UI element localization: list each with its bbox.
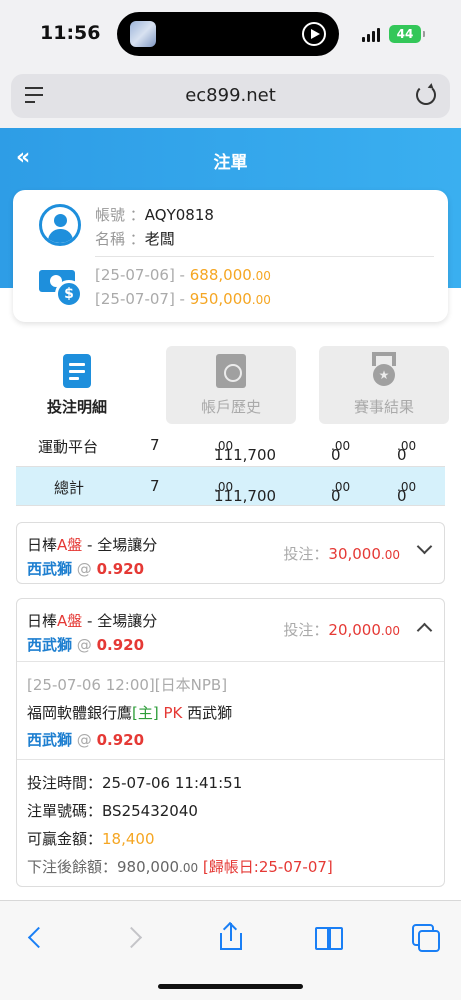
reload-icon[interactable] bbox=[416, 85, 436, 105]
browser-chrome: 11:56 44 ec899.net bbox=[0, 0, 461, 128]
address-bar[interactable]: ec899.net bbox=[11, 74, 450, 118]
tab-account-history[interactable]: 帳戶歷史 bbox=[166, 346, 296, 424]
cash-icon: $ bbox=[39, 264, 85, 308]
back-arrow-icon[interactable] bbox=[22, 923, 50, 951]
account-id-row: 帳號 ：AQY0818 bbox=[95, 204, 214, 225]
tab-bet-details[interactable]: 投注明細 bbox=[12, 346, 142, 424]
balance-amount: 688,000.00 bbox=[189, 266, 271, 284]
summary-count: 7 bbox=[150, 436, 160, 454]
summary-col4: 0.00 bbox=[331, 439, 351, 464]
bookmarks-icon[interactable] bbox=[314, 923, 343, 951]
account-id-label: 帳號 ： bbox=[95, 206, 145, 224]
balance-date: [25-07-06] - bbox=[95, 266, 190, 284]
tab-match-results[interactable]: ★ 賽事結果 bbox=[319, 346, 449, 424]
bet-stake: 投注：30,000.00 bbox=[283, 545, 400, 563]
balance-amount: 950,000.00 bbox=[189, 290, 271, 308]
divider bbox=[17, 759, 444, 760]
summary-total-amount: 111,700.00 bbox=[214, 480, 277, 505]
tab-label: 投注明細 bbox=[46, 398, 107, 416]
play-icon[interactable] bbox=[302, 22, 326, 46]
summary-amount: 111,700.00 bbox=[214, 439, 277, 464]
summary-total-col5: 0.00 bbox=[397, 480, 417, 505]
summary-row: 運動平台 7 111,700.00 0.00 0.00 bbox=[16, 426, 445, 466]
account-card: 帳號 ：AQY0818 名稱 ：老闆 $ [25-07-06] - 688,00… bbox=[13, 190, 448, 322]
bet-card-expanded[interactable]: 日棒A盤 - 全場讓分 西武獅 @ 0.920 投注：20,000.00 [25… bbox=[16, 598, 445, 887]
chevron-down-icon[interactable] bbox=[416, 538, 433, 555]
bet-time: 投注時間：25-07-06 11:41:51 bbox=[27, 774, 243, 792]
summary-col5: 0.00 bbox=[397, 439, 417, 464]
bet-card[interactable]: 日棒A盤 - 全場讓分 西武獅 @ 0.920 投注：30,000.00 bbox=[16, 522, 445, 584]
receipt-icon bbox=[63, 354, 91, 388]
summary-total-name: 總計 bbox=[54, 479, 85, 497]
matchup: 福岡軟體銀行鷹[主] PK 西武獅 bbox=[27, 704, 233, 722]
bet-title: 日棒A盤 - 全場讓分 bbox=[27, 612, 158, 630]
account-id-value: AQY0818 bbox=[144, 206, 214, 224]
account-name-value: 老闆 bbox=[144, 230, 175, 248]
account-name-label: 名稱 ： bbox=[95, 230, 145, 248]
forward-arrow-icon[interactable] bbox=[120, 923, 148, 951]
share-icon[interactable] bbox=[217, 921, 245, 951]
signal-icon bbox=[362, 28, 382, 42]
account-name-row: 名稱 ：老闆 bbox=[95, 228, 175, 249]
ticket-number: 注單號碼：BS25432040 bbox=[27, 802, 198, 820]
dynamic-island[interactable] bbox=[117, 12, 339, 56]
divider bbox=[95, 256, 434, 257]
url-text[interactable]: ec899.net bbox=[11, 85, 450, 106]
bet-title: 日棒A盤 - 全場讓分 bbox=[27, 536, 158, 554]
win-amount: 可贏金額：18,400 bbox=[27, 830, 155, 848]
detail-pick: 西武獅 @ 0.920 bbox=[27, 731, 145, 749]
chevron-up-icon[interactable] bbox=[416, 622, 433, 639]
balance-row: [25-07-06] - 688,000.00 bbox=[95, 266, 271, 284]
summary-total-count: 7 bbox=[150, 477, 160, 495]
summary-total-row: 總計 7 111,700.00 0.00 0.00 bbox=[16, 466, 445, 506]
balance-date: [25-07-07] - bbox=[95, 290, 190, 308]
tab-label: 賽事結果 bbox=[353, 398, 414, 416]
user-avatar-icon bbox=[39, 204, 81, 246]
page-title: 注單 bbox=[213, 153, 248, 173]
balance-after-bet: 下注後餘額：980,000.00 [歸帳日:25-07-07] bbox=[27, 858, 333, 876]
tab-label: 帳戶歷史 bbox=[200, 398, 261, 416]
summary-name: 運動平台 bbox=[38, 438, 99, 456]
tabs-icon[interactable] bbox=[411, 923, 440, 952]
bet-pick: 西武獅 @ 0.920 bbox=[27, 560, 145, 578]
history-icon bbox=[216, 354, 246, 388]
balance-row: [25-07-07] - 950,000.00 bbox=[95, 290, 271, 308]
media-thumbnail bbox=[130, 21, 156, 47]
medal-icon: ★ bbox=[368, 352, 400, 390]
bet-pick: 西武獅 @ 0.920 bbox=[27, 636, 145, 654]
summary-total-col4: 0.00 bbox=[331, 480, 351, 505]
home-indicator[interactable] bbox=[158, 984, 303, 989]
bet-stake: 投注：20,000.00 bbox=[283, 621, 400, 639]
event-info: [25-07-06 12:00][日本NPB] bbox=[27, 676, 228, 694]
status-time: 11:56 bbox=[40, 22, 101, 44]
divider bbox=[17, 661, 444, 662]
battery-icon: 44 bbox=[389, 25, 425, 43]
